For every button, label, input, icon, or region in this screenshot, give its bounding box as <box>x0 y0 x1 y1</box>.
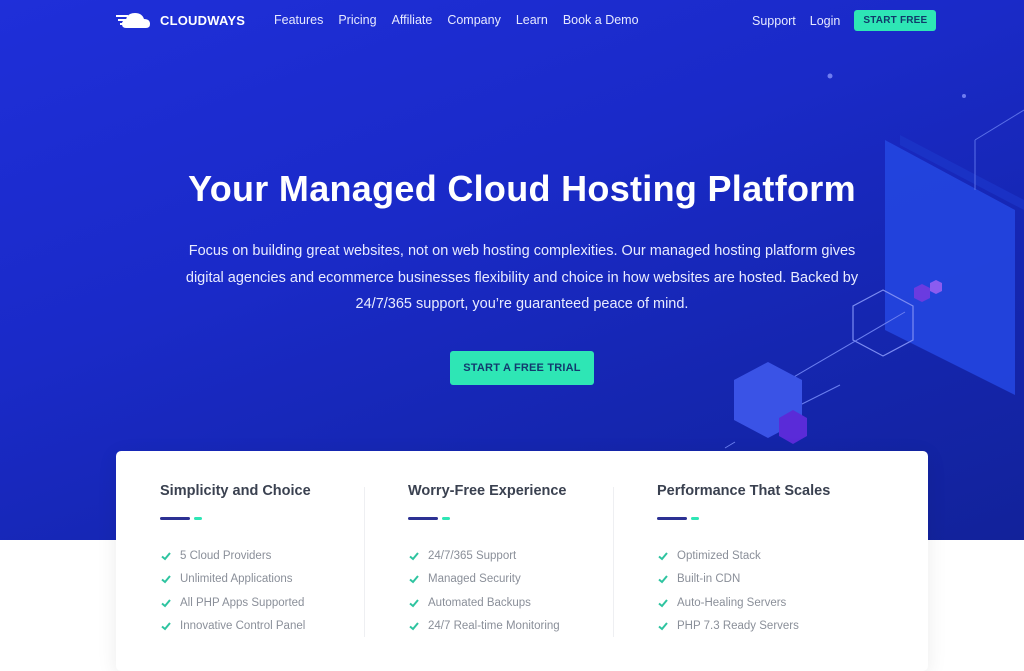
deco-dot <box>962 94 966 98</box>
list-item: 5 Cloud Providers <box>160 544 305 568</box>
list-item: 24/7 Real-time Monitoring <box>408 615 560 639</box>
check-icon <box>161 599 171 608</box>
column-divider <box>613 487 614 637</box>
list-item: 24/7/365 Support <box>408 544 560 568</box>
check-icon <box>161 575 171 584</box>
feature-list: Optimized Stack Built-in CDN Auto-Healin… <box>657 544 799 638</box>
check-icon <box>409 622 419 631</box>
list-item: Managed Security <box>408 568 560 592</box>
check-icon <box>161 552 171 561</box>
deco-cube <box>930 280 942 294</box>
list-item: Built-in CDN <box>657 568 799 592</box>
feature-column-simplicity: Simplicity and Choice 5 Cloud Providers … <box>160 451 410 651</box>
nav-link-support[interactable]: Support <box>752 14 796 28</box>
logo-text: CLOUDWAYS <box>160 12 246 28</box>
feature-column-performance: Performance That Scales Optimized Stack … <box>657 451 907 651</box>
list-item: Optimized Stack <box>657 544 799 568</box>
check-icon <box>658 552 668 561</box>
page-title: Your Managed Cloud Hosting Platform <box>188 168 856 209</box>
feature-list: 5 Cloud Providers Unlimited Applications… <box>160 544 305 638</box>
nav-link-company[interactable]: Company <box>447 13 501 27</box>
title-underline <box>408 517 450 520</box>
list-item: Auto-Healing Servers <box>657 591 799 615</box>
nav-link-book-demo[interactable]: Book a Demo <box>563 13 639 27</box>
title-underline <box>160 517 202 520</box>
logo[interactable]: CLOUDWAYS <box>116 10 245 30</box>
nav-link-features[interactable]: Features <box>274 13 323 27</box>
check-icon <box>658 599 668 608</box>
list-item: Innovative Control Panel <box>160 615 305 639</box>
check-icon <box>409 599 419 608</box>
list-item: Unlimited Applications <box>160 568 305 592</box>
check-icon <box>409 552 419 561</box>
start-free-button[interactable]: START FREE <box>854 10 937 31</box>
feature-column-worry-free: Worry-Free Experience 24/7/365 Support M… <box>408 451 658 651</box>
nav-link-learn[interactable]: Learn <box>516 13 548 27</box>
check-icon <box>658 622 668 631</box>
column-divider <box>364 487 365 637</box>
cloud-icon <box>116 13 150 28</box>
nav-links: Features Pricing Affiliate Company Learn… <box>274 13 654 27</box>
hero-subtitle: Focus on building great websites, not on… <box>185 243 859 312</box>
feature-title: Simplicity and Choice <box>160 483 311 499</box>
deco-line <box>799 384 841 406</box>
list-item: Automated Backups <box>408 591 560 615</box>
features-card: Simplicity and Choice 5 Cloud Providers … <box>116 451 928 671</box>
nav-link-pricing[interactable]: Pricing <box>338 13 376 27</box>
deco-line <box>724 441 736 449</box>
nav-right: Support Login START FREE <box>752 10 937 31</box>
deco-line <box>779 311 906 386</box>
feature-title: Performance That Scales <box>657 483 831 499</box>
check-icon <box>658 575 668 584</box>
deco-line <box>974 109 1024 141</box>
check-icon <box>161 622 171 631</box>
nav-link-login[interactable]: Login <box>810 14 841 28</box>
feature-title: Worry-Free Experience <box>408 483 567 499</box>
title-underline <box>657 517 699 520</box>
list-item: PHP 7.3 Ready Servers <box>657 615 799 639</box>
check-icon <box>409 575 419 584</box>
deco-dot <box>827 73 833 79</box>
top-navigation: CLOUDWAYS Features Pricing Affiliate Com… <box>0 0 1024 42</box>
list-item: All PHP Apps Supported <box>160 591 305 615</box>
start-free-trial-button[interactable]: START A FREE TRIAL <box>450 351 594 385</box>
nav-link-affiliate[interactable]: Affiliate <box>392 13 433 27</box>
feature-list: 24/7/365 Support Managed Security Automa… <box>408 544 560 638</box>
